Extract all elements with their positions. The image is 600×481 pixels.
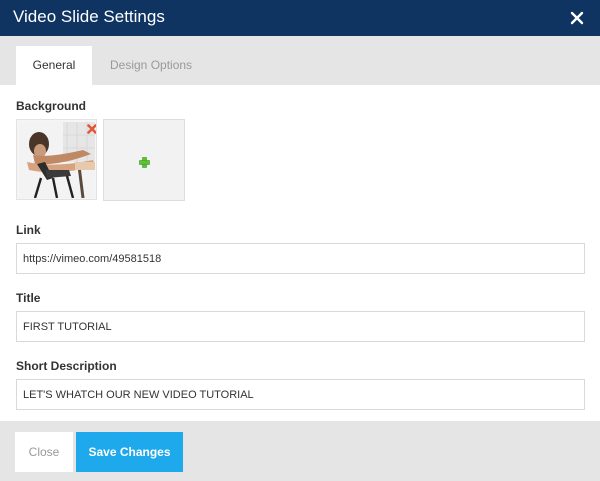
video-slide-settings-modal: Video Slide Settings General Design Opti…: [0, 0, 600, 481]
modal-header: Video Slide Settings: [0, 0, 600, 36]
save-changes-button[interactable]: Save Changes: [76, 432, 183, 472]
background-image-icon: [19, 122, 95, 198]
link-input[interactable]: [16, 243, 585, 274]
plus-icon: [139, 155, 150, 168]
background-image-thumbnail[interactable]: [16, 119, 97, 200]
close-x-icon[interactable]: [568, 9, 586, 27]
tabs-bar: General Design Options: [0, 36, 600, 85]
modal-footer: Close Save Changes: [0, 421, 600, 481]
add-image-button[interactable]: [103, 119, 185, 201]
modal-title: Video Slide Settings: [13, 7, 165, 26]
title-label: Title: [16, 291, 41, 305]
close-button[interactable]: Close: [15, 432, 73, 472]
tab-design-options[interactable]: Design Options: [94, 46, 208, 85]
title-input[interactable]: [16, 311, 585, 342]
tab-general[interactable]: General: [16, 46, 92, 85]
short-description-input[interactable]: [16, 379, 585, 410]
general-tab-panel: Background Link https://vimeo.com/495815…: [0, 85, 600, 421]
link-label: Link: [16, 223, 41, 237]
short-description-label: Short Description: [16, 359, 117, 373]
background-label: Background: [16, 99, 87, 113]
remove-image-icon[interactable]: [84, 121, 96, 134]
